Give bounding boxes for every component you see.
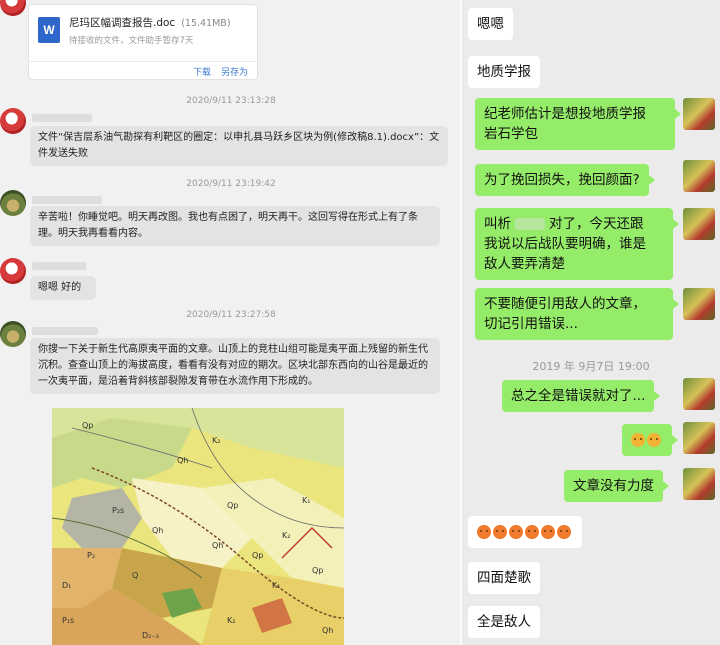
chat-bubble[interactable]: 嗯嗯 [468,8,513,40]
avatar[interactable] [0,108,26,134]
emoji-bubble[interactable] [622,424,678,456]
avatar[interactable] [683,208,715,240]
angry-face-icon [477,525,491,539]
avatar[interactable] [0,321,26,347]
map-label: Qh [322,626,333,635]
chat-bubble[interactable]: 嗯嗯 好的 [30,276,96,300]
file-name: 尼玛区幅调查报告.doc (15.41MB) [69,17,231,29]
chat-bubble[interactable]: 地质学报 [468,56,540,88]
chat-bubble[interactable]: 为了挽回损失，挽回颜面? [475,164,655,196]
file-message-card[interactable]: W 尼玛区幅调查报告.doc (15.41MB) 待接收的文件，文件助手暂存7天 … [28,4,258,80]
avatar[interactable] [683,422,715,454]
chat-bubble[interactable]: 你搜一下关于新生代高原夷平面的文章。山顶上的竞柱山组可能是夷平面上残留的新生代沉… [30,338,440,394]
sender-name [32,114,92,122]
timestamp: 2020/9/11 23:19:42 [186,179,276,189]
sender-name [32,327,98,335]
map-label: Qp [227,501,238,510]
timestamp: 2020/9/11 23:13:28 [186,96,276,106]
avatar[interactable] [683,98,715,130]
angry-face-icon [509,525,523,539]
bubble-line: 敌人要弄清楚 [484,256,565,272]
map-label: P₂s [112,506,124,515]
bubble-line: 不要随便引用敌人的文章， [484,296,646,312]
avatar[interactable] [683,468,715,500]
angry-face-icon [493,525,507,539]
timestamp: 2020/9/11 23:27:58 [186,310,276,320]
word-doc-icon: W [38,17,60,43]
map-label: Qh [152,526,163,535]
map-label: Qh [177,456,188,465]
chat-bubble[interactable]: 文件“保吉层系油气勘探有利靶区的圈定：以申扎县马跃乡区块为例(修改稿8.1).d… [30,126,448,166]
map-label: P₁s [62,616,74,625]
map-label: K₂ [282,531,290,540]
pleading-face-icon [631,433,645,447]
bubble-line: 纪老师估计是想投地质学报 [484,106,646,122]
chat-panel-right: 嗯嗯 地质学报 纪老师估计是想投地质学报 岩石学包 为了挽回损失，挽回颜面? 叫… [462,0,720,645]
sender-name [32,196,102,204]
angry-face-icon [541,525,555,539]
avatar[interactable] [0,258,26,284]
map-label: Qp [312,566,323,575]
blurred-name [515,218,545,230]
chat-bubble[interactable]: 全是敌人 [468,606,540,638]
map-label: K₁ [302,496,310,505]
map-label: P₂ [87,551,95,560]
download-link[interactable]: 下载 [193,65,211,78]
map-label: D₂₋₃ [142,631,159,640]
file-size: (15.41MB) [181,18,231,29]
map-label: Qp [82,421,93,430]
emoji-bubble[interactable] [468,516,582,548]
avatar[interactable] [0,0,26,16]
timestamp: 2019 年 9月7日 19:00 [532,360,650,373]
bubble-line: 叫析 对了，今天还跟 [484,216,644,232]
file-status: 待接收的文件，文件助手暂存7天 [69,36,194,46]
bubble-line: 我说以后战队要明确，谁是 [484,236,646,252]
map-label: Qh [212,541,223,550]
chat-bubble[interactable]: 不要随便引用敌人的文章， 切记引用错误... [475,288,679,340]
chat-panel-left: W 尼玛区幅调查报告.doc (15.41MB) 待接收的文件，文件助手暂存7天 … [0,0,462,645]
chat-bubble[interactable]: 四面楚歌 [468,562,540,594]
map-label: Qp [252,551,263,560]
avatar[interactable] [683,288,715,320]
avatar[interactable] [683,160,715,192]
geological-map-drawing: Qp Qh K₂ P₂s Qh Qp K₁ K₂ Qp Qh P₂ Q D₁ D… [52,408,344,645]
map-label: K₂ [212,436,220,445]
chat-bubble[interactable]: 总之全是错误就对了... [502,380,661,412]
angry-face-icon [557,525,571,539]
chat-bubble[interactable]: 叫析 对了，今天还跟 我说以后战队要明确，谁是 敌人要弄清楚 [475,208,679,280]
chat-bubble[interactable]: 辛苦啦！你睡觉吧。明天再改图。我也有点困了，明天再干。这回写得在形式上有了条理。… [30,206,440,246]
map-label: K₂ [227,616,235,625]
map-label: K₁ [272,581,280,590]
bubble-line: 切记引用错误... [484,316,578,332]
bubble-line: 岩石学包 [484,126,538,142]
save-as-link[interactable]: 另存为 [221,65,248,78]
avatar[interactable] [683,378,715,410]
angry-face-icon [525,525,539,539]
map-label: Q [132,571,138,580]
map-label: D₁ [62,581,71,590]
chat-bubble[interactable]: 纪老师估计是想投地质学报 岩石学包 [475,98,681,150]
pleading-face-icon [647,433,661,447]
geological-map-image[interactable]: Qp Qh K₂ P₂s Qh Qp K₁ K₂ Qp Qh P₂ Q D₁ D… [52,408,344,645]
divider [29,61,257,62]
sender-name [32,262,86,270]
chat-bubble[interactable]: 文章没有力度 [564,470,669,502]
avatar[interactable] [0,190,26,216]
